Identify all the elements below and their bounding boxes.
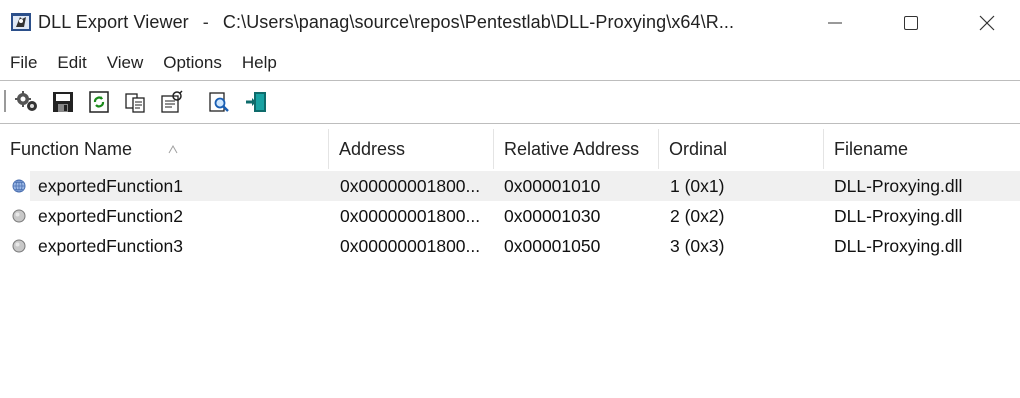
- relative-address-cell: 0x00001030: [504, 206, 601, 226]
- column-label: Function Name: [10, 139, 133, 159]
- ordinal-cell: 2 (0x2): [670, 206, 725, 226]
- menu-bar: File Edit View Options Help: [0, 50, 1020, 76]
- html-report-icon: [161, 90, 183, 113]
- minimize-icon: [828, 22, 842, 24]
- column-label: Address: [339, 139, 406, 159]
- save-icon: [53, 92, 73, 112]
- menu-file[interactable]: File: [0, 53, 46, 73]
- close-button[interactable]: [964, 0, 1010, 46]
- sort-ascending-icon: [168, 144, 178, 154]
- menu-help[interactable]: Help: [233, 53, 286, 73]
- menu-options[interactable]: Options: [154, 53, 231, 73]
- column-label: Filename: [834, 139, 909, 159]
- relative-address-cell: 0x00001050: [504, 236, 601, 256]
- find-icon: [209, 92, 229, 112]
- column-label: Ordinal: [669, 139, 728, 159]
- properties-gear-icon: [15, 91, 37, 111]
- exports-list[interactable]: Function Name Address Relative Address O…: [0, 129, 1020, 398]
- refresh-icon: [89, 91, 109, 113]
- menu-edit[interactable]: Edit: [48, 53, 95, 73]
- function-name-cell: exportedFunction3: [38, 236, 183, 256]
- copy-icon: [125, 93, 145, 113]
- ordinal-cell: 1 (0x1): [670, 176, 725, 196]
- menu-divider: [0, 80, 1020, 81]
- close-icon: [979, 15, 995, 31]
- refresh-button[interactable]: [86, 90, 112, 114]
- function-name-cell: exportedFunction2: [38, 206, 183, 226]
- app-icon: [11, 13, 31, 31]
- properties-button[interactable]: [14, 90, 40, 114]
- file-path: C:\Users\panag\source\repos\Pentestlab\D…: [222, 12, 735, 32]
- relative-address-cell: 0x00001010: [504, 176, 601, 196]
- column-ordinal[interactable]: Ordinal: [659, 129, 824, 169]
- ordinal-cell: 3 (0x3): [670, 236, 725, 256]
- app-name: DLL Export Viewer: [38, 12, 189, 32]
- html-report-button[interactable]: [158, 90, 184, 114]
- column-relative-address[interactable]: Relative Address: [494, 129, 659, 169]
- save-button[interactable]: [50, 90, 76, 114]
- find-button[interactable]: [206, 90, 232, 114]
- gray-circle-icon: [12, 209, 26, 223]
- table-row[interactable]: exportedFunction1 0x00000001800... 0x000…: [0, 171, 1020, 201]
- toolbar-divider: [0, 123, 1020, 124]
- address-cell: 0x00000001800...: [340, 236, 481, 256]
- column-header-row: Function Name Address Relative Address O…: [0, 129, 1020, 169]
- filename-cell: DLL-Proxying.dll: [834, 206, 963, 226]
- address-cell: 0x00000001800...: [340, 176, 481, 196]
- minimize-button[interactable]: [812, 0, 858, 46]
- exit-button[interactable]: [244, 90, 270, 114]
- gray-circle-icon: [12, 239, 26, 253]
- window-title: DLL Export Viewer - C:\Users\panag\source\…: [38, 12, 734, 33]
- title-separator: -: [202, 12, 209, 32]
- copy-button[interactable]: [122, 90, 148, 114]
- title-bar[interactable]: DLL Export Viewer - C:\Users\panag\source\…: [0, 0, 1020, 46]
- toolbar-grip[interactable]: [4, 90, 6, 112]
- column-address[interactable]: Address: [329, 129, 494, 169]
- maximize-button[interactable]: [888, 0, 934, 46]
- address-cell: 0x00000001800...: [340, 206, 481, 226]
- app-window: DLL Export Viewer - C:\Users\panag\source\…: [0, 0, 1020, 398]
- function-name-cell: exportedFunction1: [38, 176, 183, 196]
- globe-icon: [12, 179, 26, 193]
- filename-cell: DLL-Proxying.dll: [834, 236, 963, 256]
- filename-cell: DLL-Proxying.dll: [834, 176, 963, 196]
- toolbar: [0, 82, 1020, 120]
- table-row[interactable]: exportedFunction3 0x00000001800... 0x000…: [0, 231, 1020, 261]
- table-row[interactable]: exportedFunction2 0x00000001800... 0x000…: [0, 201, 1020, 231]
- exit-icon: [246, 92, 266, 112]
- maximize-icon: [904, 16, 918, 30]
- column-filename[interactable]: Filename: [824, 129, 1020, 169]
- column-function-name[interactable]: Function Name: [0, 129, 329, 169]
- menu-view[interactable]: View: [98, 53, 153, 73]
- column-label: Relative Address: [504, 139, 640, 159]
